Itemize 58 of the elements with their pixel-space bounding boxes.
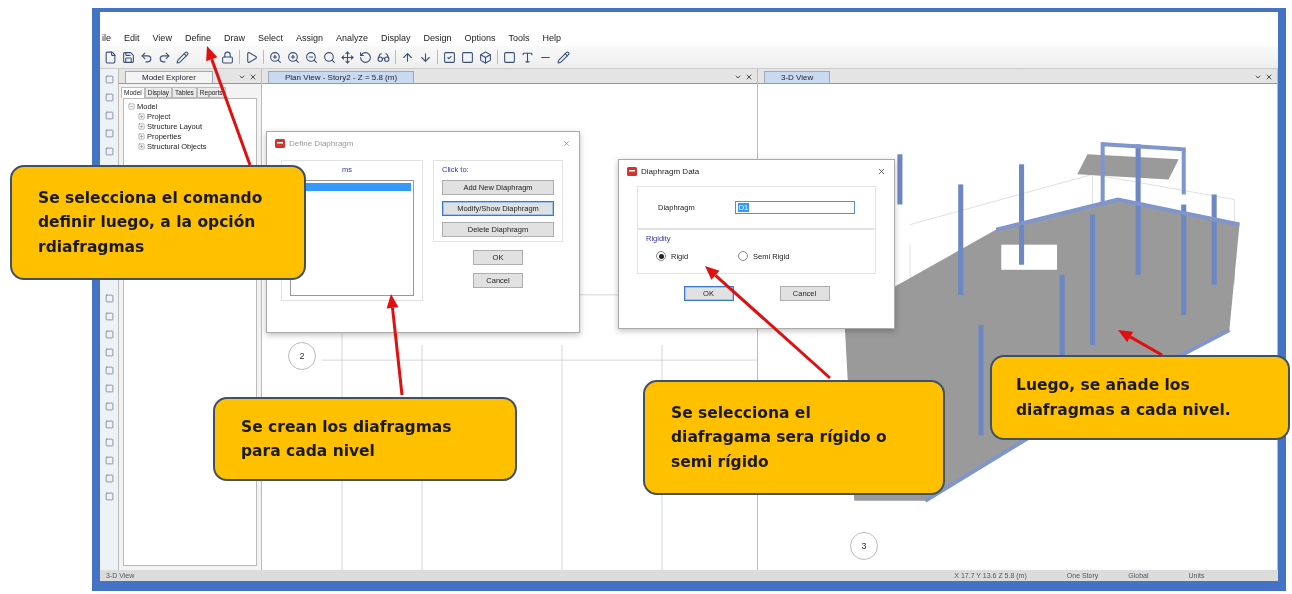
move-icon[interactable]	[341, 50, 354, 64]
app-logo-icon	[275, 138, 285, 148]
file-icon[interactable]	[104, 50, 117, 64]
checkbox-icon[interactable]	[443, 50, 456, 64]
close-icon[interactable]	[1265, 73, 1273, 81]
close-icon[interactable]	[877, 166, 886, 176]
menu-item[interactable]: Draw	[223, 33, 245, 43]
grid-bubble: 3	[850, 532, 878, 560]
menu-item[interactable]: Select	[257, 33, 283, 43]
callout-tooltip: Luego, se añade los diafragmas a cada nivel.	[990, 355, 1290, 440]
menu-item[interactable]: Display	[381, 33, 411, 43]
panel-title: Model Explorer	[125, 71, 213, 83]
menu-item[interactable]: Options	[464, 33, 496, 43]
glasses-icon[interactable]	[377, 50, 390, 64]
zoom-in-icon[interactable]	[287, 50, 300, 64]
up-arrow-icon[interactable]	[401, 50, 414, 64]
dialog-title: Define Diaphragm	[289, 138, 354, 148]
view-tab[interactable]: 3-D View	[764, 71, 831, 83]
zoom-out-icon[interactable]	[305, 50, 318, 64]
redo-icon[interactable]	[158, 50, 171, 64]
radio-button[interactable]	[738, 251, 749, 261]
dialog-title: Diaphragm Data	[641, 166, 700, 176]
save-icon[interactable]	[122, 50, 135, 64]
pencil-icon[interactable]	[557, 50, 570, 64]
rotate-icon[interactable]	[359, 50, 372, 64]
square-icon[interactable]	[503, 50, 516, 64]
menu-item[interactable]: Define	[184, 33, 211, 43]
play-icon[interactable]	[245, 50, 258, 64]
square-icon[interactable]	[461, 50, 474, 64]
menu-item[interactable]: Tools	[508, 33, 530, 43]
callout-tooltip: Se crean los diafragmas para cada nivel	[213, 397, 517, 481]
menu-item[interactable]: View	[152, 33, 172, 43]
lock-icon[interactable]	[221, 50, 234, 64]
dropdown-icon[interactable]	[734, 73, 742, 81]
app-logo-icon	[627, 166, 637, 176]
undo-icon[interactable]	[140, 50, 153, 64]
pointer-arrow	[1118, 330, 1163, 357]
cube-icon[interactable]	[479, 50, 492, 64]
dropdown-icon[interactable]	[1254, 73, 1262, 81]
callout-tooltip: Se selecciona el comando definir luego, a la opción rdiafragmas	[10, 165, 306, 280]
menu-item[interactable]: Assign	[295, 33, 323, 43]
grid-bubble: 2	[288, 342, 316, 370]
menu-item[interactable]: Edit	[124, 33, 140, 43]
search-icon[interactable]	[323, 50, 336, 64]
menu-item[interactable]: Help	[542, 33, 562, 43]
view-tab[interactable]: Plan View - Story2 - Z = 5.8 (m)	[268, 71, 415, 83]
dropdown-icon[interactable]	[238, 73, 246, 81]
pencil-icon[interactable]	[176, 50, 189, 64]
down-arrow-icon[interactable]	[419, 50, 432, 64]
close-icon[interactable]	[745, 73, 753, 81]
zoom-in-icon[interactable]	[269, 50, 282, 64]
close-icon[interactable]	[249, 73, 257, 81]
radio-button[interactable]	[656, 251, 666, 261]
callout-tooltip: Se selecciona el diafragama sera rígido o semi rígido	[643, 380, 945, 495]
menu-item[interactable]: ile	[102, 33, 111, 43]
menu-item[interactable]: Analyze	[335, 33, 368, 43]
text-icon[interactable]	[521, 50, 534, 64]
menu-item[interactable]: Design	[423, 33, 452, 43]
